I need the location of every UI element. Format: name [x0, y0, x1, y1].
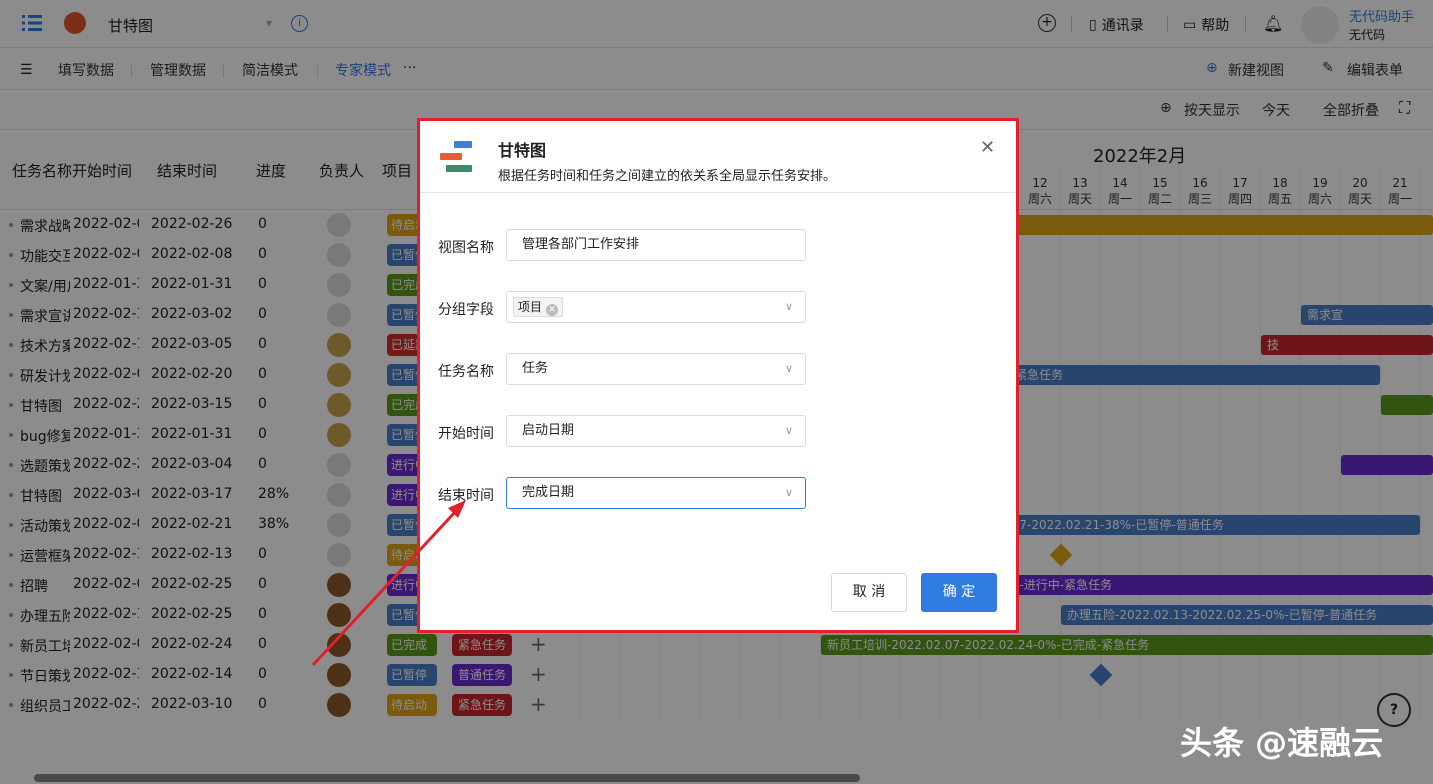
- confirm-button[interactable]: 确 定: [921, 573, 997, 612]
- task-name-label: 任务名称: [438, 364, 494, 380]
- watermark: 头条 @速融云: [1180, 724, 1384, 762]
- dialog-header: 甘特图 根据任务时间和任务之间建立的依关系全局显示任务安排。 ✕: [420, 121, 1016, 193]
- group-tag-label: 项目: [518, 300, 543, 314]
- end-time-select[interactable]: 完成日期 ∨: [506, 477, 806, 509]
- dialog-title: 甘特图: [498, 141, 547, 160]
- end-time-value: 完成日期: [522, 485, 575, 500]
- start-time-value: 启动日期: [522, 423, 575, 438]
- task-name-value: 任务: [522, 361, 549, 376]
- close-icon[interactable]: ✕: [980, 137, 995, 158]
- dialog-description: 根据任务时间和任务之间建立的依关系全局显示任务安排。: [498, 169, 837, 184]
- end-time-label: 结束时间: [438, 488, 494, 504]
- start-time-select[interactable]: 启动日期 ∨: [506, 415, 806, 447]
- cancel-button[interactable]: 取 消: [831, 573, 907, 612]
- chevron-down-icon: ∨: [784, 362, 793, 375]
- view-name-label: 视图名称: [438, 240, 494, 256]
- group-field-select[interactable]: 项目 ✕ ∨: [506, 291, 806, 323]
- view-name-input[interactable]: 管理各部门工作安排: [506, 229, 806, 261]
- gantt-chart-icon: [438, 139, 474, 175]
- gantt-view-dialog: 甘特图 根据任务时间和任务之间建立的依关系全局显示任务安排。 ✕ 视图名称 管理…: [417, 118, 1019, 633]
- chevron-down-icon: ∨: [784, 424, 793, 437]
- chevron-down-icon: ∨: [784, 300, 793, 313]
- group-field-label: 分组字段: [438, 302, 494, 318]
- task-name-select[interactable]: 任务 ∨: [506, 353, 806, 385]
- start-time-label: 开始时间: [438, 426, 494, 442]
- tag-remove-icon[interactable]: ✕: [546, 304, 559, 316]
- chevron-down-icon: ∨: [784, 486, 793, 499]
- group-tag: 项目 ✕: [513, 297, 564, 317]
